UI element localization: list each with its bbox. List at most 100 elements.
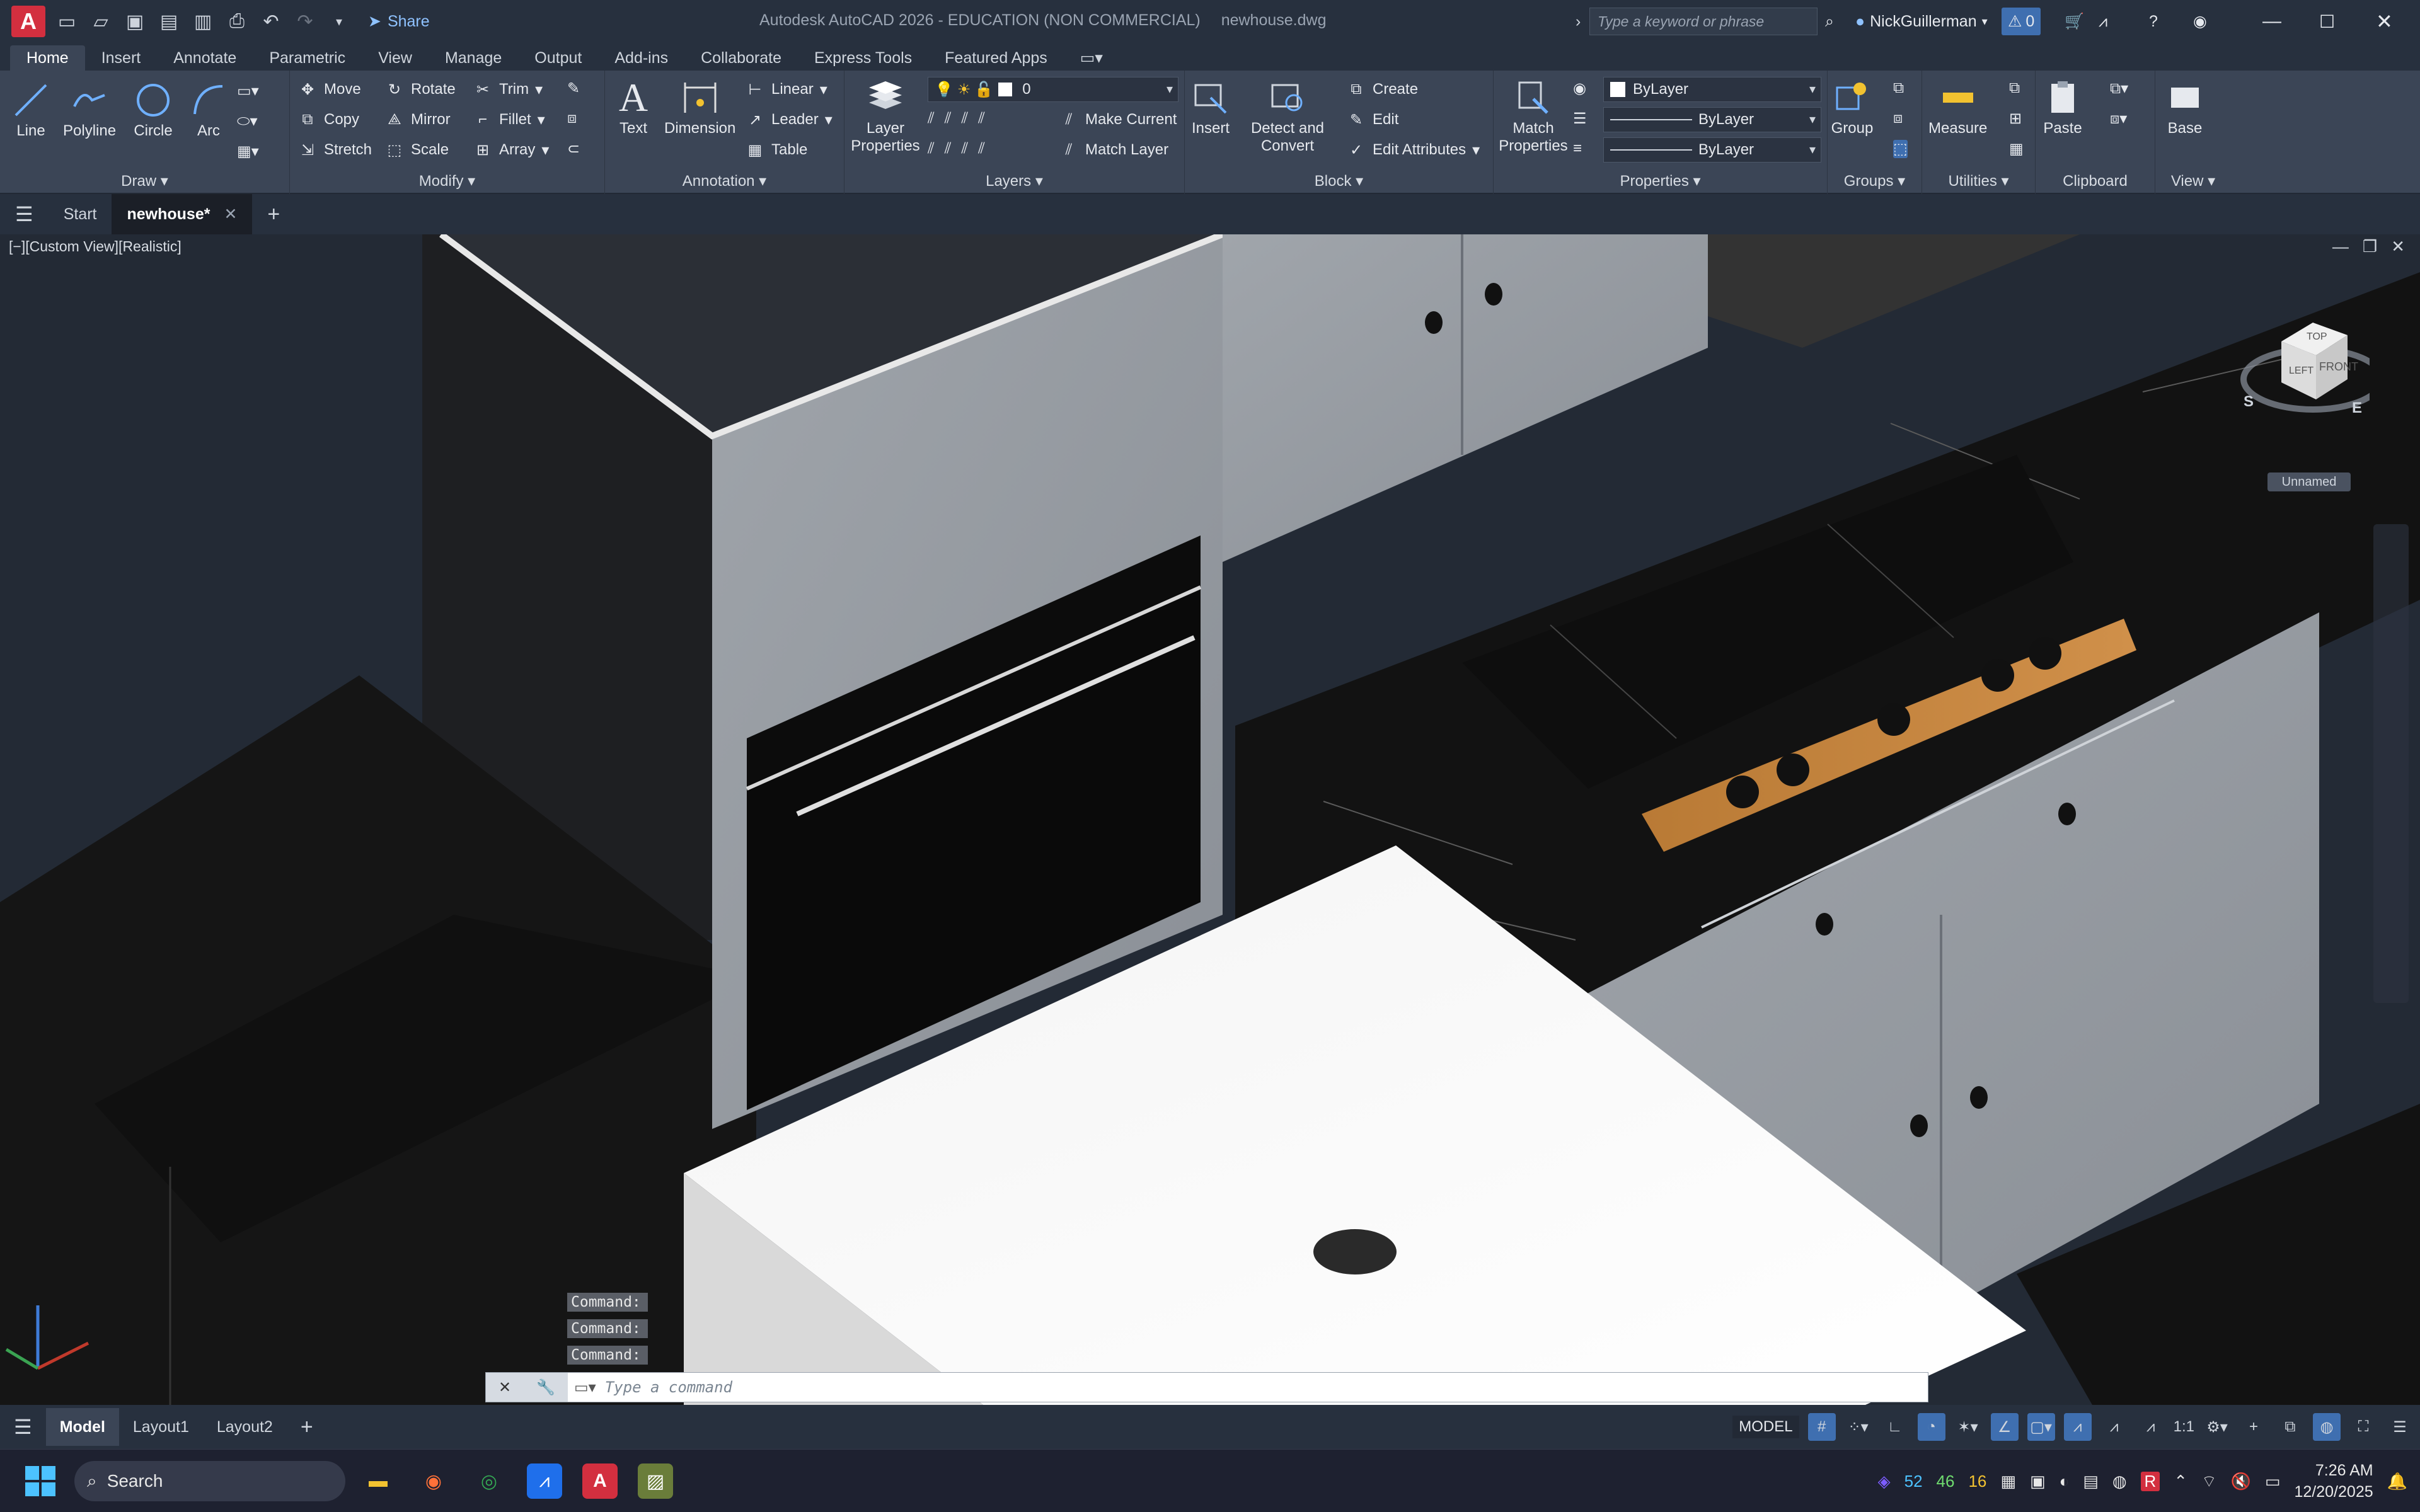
rotate-button[interactable]: ↻ Rotate: [384, 79, 456, 100]
copy-button[interactable]: ⧉ Copy: [297, 110, 359, 130]
tray-app-icon[interactable]: ◍: [2112, 1472, 2127, 1491]
tab-manage[interactable]: Manage: [429, 45, 518, 71]
group-button[interactable]: Group: [1830, 76, 1874, 137]
viewport-close-icon[interactable]: ✕: [2391, 237, 2405, 256]
auto-scale-icon[interactable]: ⩘: [2100, 1413, 2128, 1441]
tray-number[interactable]: 46: [1937, 1472, 1955, 1491]
panel-title-block[interactable]: Block ▾: [1185, 172, 1493, 190]
layer-unlock-icon[interactable]: ⫽: [978, 140, 985, 158]
redo-icon[interactable]: ↷: [292, 9, 318, 34]
share-button[interactable]: ➤ Share: [368, 12, 430, 31]
drawing-viewport[interactable]: [−][Custom View][Realistic] — ❐ ✕ TOP LE…: [0, 234, 2420, 1405]
trim-button[interactable]: ✂ Trim ▾: [473, 79, 543, 100]
wifi-icon[interactable]: ⌔: [2201, 1471, 2216, 1492]
navigation-bar[interactable]: [2373, 524, 2409, 1003]
tray-number[interactable]: 16: [1968, 1472, 1986, 1491]
isodraft-icon[interactable]: ✶▾: [1954, 1413, 1982, 1441]
tray-app-icon[interactable]: ◈: [1878, 1472, 1891, 1491]
grid-icon[interactable]: #: [1807, 1413, 1836, 1441]
array-button[interactable]: ⊞ Array ▾: [473, 140, 549, 160]
text-button[interactable]: A Text: [611, 76, 655, 137]
layer-properties-button[interactable]: Layer Properties: [851, 76, 920, 155]
leader-button[interactable]: ↗ Leader ▾: [745, 110, 833, 130]
snap-icon[interactable]: ⁘▾: [1845, 1413, 1872, 1441]
command-prompt-icon[interactable]: ▭▾: [574, 1378, 596, 1397]
tray-number[interactable]: 52: [1904, 1472, 1923, 1491]
panel-title-view[interactable]: View ▾: [2155, 172, 2231, 190]
minimize-icon[interactable]: —: [2262, 8, 2281, 35]
save-icon[interactable]: ▣: [122, 9, 147, 34]
offset-icon[interactable]: ⊂: [567, 140, 580, 158]
circle-button[interactable]: Circle: [131, 78, 175, 140]
tab-view[interactable]: View: [362, 45, 429, 71]
autocad-taskbar-icon[interactable]: A: [582, 1463, 618, 1499]
model-space-button[interactable]: MODEL: [1732, 1416, 1799, 1438]
panel-title-layers[interactable]: Layers ▾: [844, 172, 1184, 190]
stretch-button[interactable]: ⇲ Stretch: [297, 140, 372, 160]
viewport-minimize-icon[interactable]: —: [2332, 237, 2349, 256]
color-wheel-icon[interactable]: ◉: [1573, 79, 1586, 98]
move-button[interactable]: ✥ Move: [297, 79, 361, 100]
mirror-button[interactable]: ⟁ Mirror: [384, 110, 450, 130]
explode-icon[interactable]: ⧈: [567, 110, 577, 127]
expand-icon[interactable]: ›: [1576, 8, 1581, 35]
insert-block-button[interactable]: Insert: [1189, 76, 1233, 137]
panel-title-properties[interactable]: Properties ▾: [1494, 172, 1827, 190]
chrome-icon[interactable]: ◎: [471, 1463, 507, 1499]
panel-title-utilities[interactable]: Utilities ▾: [1922, 172, 2035, 190]
tray-app-icon[interactable]: ▤: [2083, 1472, 2099, 1491]
annotation-scale-icon[interactable]: ⩘: [2137, 1413, 2165, 1441]
plot-icon[interactable]: ⎙: [224, 9, 250, 34]
layer-lock-icon[interactable]: ⫽: [978, 110, 985, 127]
plus-icon[interactable]: +: [2240, 1413, 2267, 1441]
layer-freeze-icon[interactable]: ⫽: [961, 110, 968, 127]
tab-layout2[interactable]: Layout2: [203, 1408, 287, 1446]
layer-thaw-icon[interactable]: ⫽: [961, 140, 968, 158]
clock[interactable]: 7:26 AM 12/20/2025: [2295, 1460, 2373, 1503]
polyline-button[interactable]: Polyline: [63, 78, 116, 140]
linear-button[interactable]: ⊢ Linear ▾: [745, 79, 827, 100]
color-dropdown[interactable]: ByLayer ▾: [1603, 77, 1821, 102]
match-properties-button[interactable]: Match Properties: [1499, 76, 1568, 155]
web-mobile-icon[interactable]: ▥: [190, 9, 216, 34]
tab-layout1[interactable]: Layout1: [119, 1408, 203, 1446]
panel-title-clipboard[interactable]: Clipboard: [2036, 173, 2155, 190]
tray-app-icon[interactable]: ◐: [2060, 1472, 2070, 1491]
new-tab-icon[interactable]: +: [252, 194, 295, 234]
tab-newhouse[interactable]: newhouse* ✕: [112, 194, 253, 234]
quick-select-icon[interactable]: ⧉: [2009, 79, 2020, 97]
edit-block-button[interactable]: ✎ Edit: [1346, 110, 1398, 130]
clean-screen-icon[interactable]: ⛶: [2349, 1413, 2377, 1441]
units-icon[interactable]: ⧉: [2276, 1413, 2304, 1441]
ungroup-icon[interactable]: ⧉: [1893, 79, 1904, 97]
layer-off-icon[interactable]: ⫽: [928, 110, 935, 127]
maximize-icon[interactable]: ☐: [2319, 8, 2335, 35]
help-search-input[interactable]: Type a keyword or phrase: [1589, 8, 1818, 35]
panel-title-annotation[interactable]: Annotation ▾: [605, 172, 844, 190]
speaker-muted-icon[interactable]: 🔇: [2231, 1472, 2251, 1491]
rectangle-icon[interactable]: ▭▾: [237, 82, 259, 100]
ellipse-icon[interactable]: ⬭▾: [237, 112, 258, 130]
annotation-scale-value[interactable]: 1:1: [2174, 1418, 2194, 1436]
tray-app-icon[interactable]: ▣: [2030, 1472, 2046, 1491]
lineweight-dropdown[interactable]: ByLayer ▾: [1603, 107, 1821, 132]
erase-icon[interactable]: ✎: [567, 79, 580, 98]
layer-dropdown[interactable]: 💡 ☀ 🔓 0 ▾: [928, 77, 1178, 102]
tab-insert[interactable]: Insert: [85, 45, 158, 71]
linetype-dropdown[interactable]: ByLayer ▾: [1603, 137, 1821, 163]
ucs-menu[interactable]: Unnamed: [2267, 472, 2351, 491]
paste-button[interactable]: Paste: [2041, 76, 2085, 137]
group-selection-icon[interactable]: ⬚: [1893, 140, 1908, 158]
select-all-icon[interactable]: ⊞: [2009, 110, 2022, 128]
autodesk-app-icon[interactable]: ⩘: [2099, 8, 2107, 35]
tray-app-icon[interactable]: R: [2140, 1471, 2160, 1491]
panel-title-modify[interactable]: Modify ▾: [290, 172, 604, 190]
tab-annotate[interactable]: Annotate: [157, 45, 253, 71]
copy-clip-icon[interactable]: ⧉▾: [2110, 79, 2128, 98]
open-folder-icon[interactable]: ▱: [88, 9, 113, 34]
calculator-icon[interactable]: ▦: [2009, 140, 2024, 158]
customization-icon[interactable]: ☰: [2386, 1413, 2414, 1441]
tray-app-icon[interactable]: ▦: [2000, 1472, 2016, 1491]
match-layer-button[interactable]: ⫽ Match Layer: [1059, 140, 1168, 160]
table-button[interactable]: ▦ Table: [745, 140, 808, 160]
